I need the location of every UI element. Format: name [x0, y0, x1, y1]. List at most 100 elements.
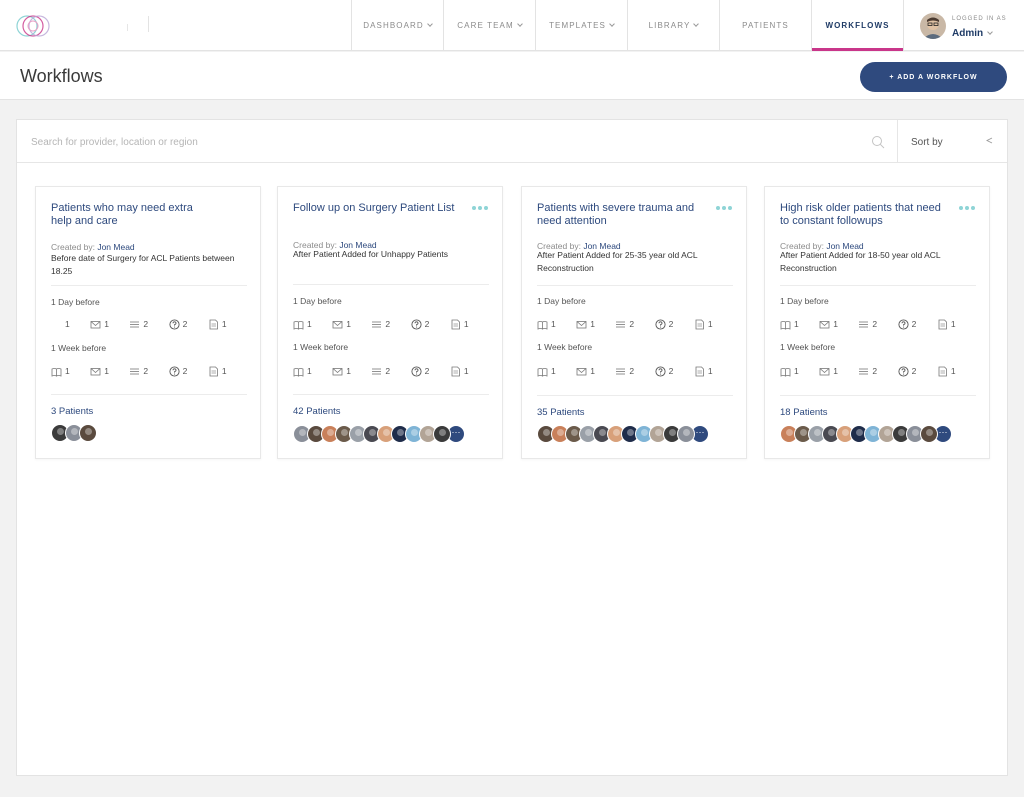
more-options-icon[interactable] — [959, 206, 975, 210]
list-icon — [616, 368, 626, 374]
count-value: 2 — [668, 366, 674, 376]
count-value: 2 — [911, 319, 917, 329]
count-value: 2 — [629, 319, 635, 329]
created-by-label: Created by: — [51, 242, 95, 252]
count-value: 1 — [104, 319, 109, 329]
more-options-icon[interactable] — [716, 206, 732, 210]
mail-count: 1 — [332, 365, 371, 377]
book-icon — [780, 320, 791, 330]
search-input[interactable] — [31, 134, 861, 150]
list-count: 2 — [371, 318, 410, 330]
divider — [537, 285, 733, 286]
trigger-description: After Patient Added for Unhappy Patients — [293, 249, 448, 259]
brand-logo-icon[interactable] — [15, 12, 51, 40]
patient-avatar[interactable] — [433, 425, 451, 443]
workflow-card-2[interactable]: Follow up on Surgery Patient List Create… — [277, 186, 503, 459]
document-count: 1 — [694, 318, 733, 330]
patients-link[interactable]: 3 Patients — [51, 406, 93, 417]
list-count: 2 — [129, 365, 168, 377]
count-value: 1 — [307, 319, 312, 329]
count-value: 2 — [424, 366, 430, 376]
question-icon — [169, 365, 180, 377]
sort-dropdown[interactable]: Sort by — [897, 120, 1007, 163]
patients-link[interactable]: 42 Patients — [293, 406, 341, 417]
book-count: 1 — [780, 318, 819, 330]
section-label: 1 Week before — [780, 342, 836, 352]
question-count: 2 — [169, 318, 208, 330]
user-menu[interactable]: Logged in as Admin — [903, 0, 1024, 51]
question-icon — [898, 365, 909, 377]
divider — [293, 284, 489, 285]
count-value: 2 — [182, 319, 188, 329]
trigger-description: Before date of Surgery for ACL Patients … — [51, 253, 235, 276]
search-bar: Sort by — [17, 120, 1007, 163]
patients-link[interactable]: 35 Patients — [537, 407, 585, 418]
document-icon — [209, 366, 218, 376]
list-icon — [372, 368, 382, 374]
nav-item-care-team[interactable]: Care Team — [443, 0, 535, 51]
patient-avatar-stack: ··· — [293, 425, 465, 443]
count-value: 1 — [950, 366, 956, 376]
question-count: 2 — [655, 365, 694, 377]
sort-label: Sort by — [911, 137, 943, 148]
workflow-card-3[interactable]: Patients with severe trauma and need att… — [521, 186, 747, 459]
book-count: 1 — [537, 365, 576, 377]
count-value: 1 — [707, 366, 713, 376]
mail-icon — [90, 320, 101, 328]
count-value: 2 — [668, 319, 674, 329]
top-navigation-bar: Dashboard Care Team Templates Library Pa… — [0, 0, 1024, 51]
count-value: 1 — [833, 319, 838, 329]
user-avatar[interactable] — [920, 13, 946, 39]
book-icon — [51, 367, 62, 377]
add-workflow-button[interactable]: + Add a workflow — [860, 62, 1007, 92]
nav-item-patients[interactable]: Patients — [719, 0, 811, 51]
more-options-icon[interactable] — [472, 206, 488, 210]
patient-avatar[interactable] — [920, 425, 938, 443]
card-title[interactable]: Patients with severe trauma and need att… — [537, 202, 702, 227]
divider — [293, 394, 489, 395]
mail-count: 1 — [576, 318, 615, 330]
divider — [51, 394, 247, 395]
book-count: 1 — [293, 318, 332, 330]
author-link[interactable]: Jon Mead — [97, 242, 134, 252]
workflow-card-4[interactable]: High risk older patients that need to co… — [764, 186, 990, 459]
card-title[interactable]: High risk older patients that need to co… — [780, 202, 945, 227]
list-count: 2 — [858, 365, 897, 377]
chevron-down-icon — [426, 20, 433, 27]
list-count: 2 — [129, 318, 168, 330]
count-value: 2 — [629, 366, 635, 376]
user-name[interactable]: Admin — [952, 28, 993, 39]
search-icon[interactable] — [871, 135, 885, 149]
workflow-card-1[interactable]: Patients who may need extra help and car… — [35, 186, 261, 459]
patient-avatar-stack: ··· — [780, 425, 952, 443]
nav-item-templates[interactable]: Templates — [535, 0, 627, 51]
book-icon — [293, 320, 304, 330]
step-counts: 1 1 2 2 1 — [537, 318, 733, 330]
question-count: 2 — [898, 365, 937, 377]
trigger-description: After Patient Added for 25-35 year old A… — [537, 250, 698, 273]
count-value: 1 — [590, 319, 595, 329]
step-counts: 1 1 2 2 1 — [51, 318, 247, 330]
patient-avatar[interactable] — [677, 425, 695, 443]
section-label: 1 Week before — [51, 343, 107, 353]
nav-item-workflows[interactable]: Workflows — [811, 0, 903, 51]
count-value: 1 — [794, 366, 799, 376]
nav-item-dashboard[interactable]: Dashboard — [351, 0, 443, 51]
document-icon — [695, 319, 704, 329]
logged-in-caption: Logged in as — [952, 16, 1007, 22]
nav-item-library[interactable]: Library — [627, 0, 719, 51]
question-icon — [655, 365, 666, 377]
card-title[interactable]: Patients who may need extra help and car… — [51, 202, 216, 227]
section-label: 1 Day before — [537, 296, 586, 306]
patient-avatar[interactable] — [79, 424, 97, 442]
step-counts: 1 1 2 2 1 — [780, 318, 976, 330]
question-count: 2 — [411, 365, 450, 377]
count-value: 1 — [551, 366, 556, 376]
main-nav: Dashboard Care Team Templates Library Pa… — [351, 0, 903, 51]
step-counts: 1 1 2 2 1 — [51, 365, 247, 377]
count-value: 2 — [385, 366, 391, 376]
patients-link[interactable]: 18 Patients — [780, 407, 828, 418]
step-counts: 1 1 2 2 1 — [293, 318, 489, 330]
list-count: 2 — [615, 318, 654, 330]
card-title[interactable]: Follow up on Surgery Patient List — [293, 202, 458, 215]
